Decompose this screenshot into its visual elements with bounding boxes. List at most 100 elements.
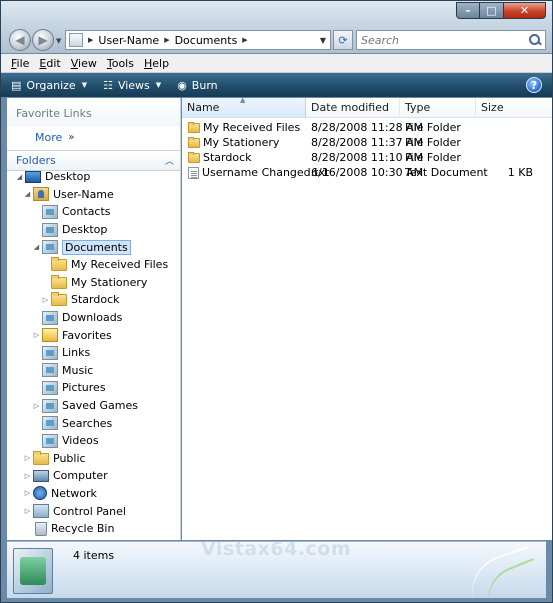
more-label: More bbox=[35, 131, 63, 144]
address-bar[interactable]: ▶ User-Name ▶ Documents ▶ ▼ bbox=[65, 30, 331, 50]
maximize-button[interactable]: □ bbox=[480, 2, 504, 19]
breadcrumb-separator-icon[interactable]: ▶ bbox=[88, 36, 93, 44]
breadcrumb-separator-icon[interactable]: ▶ bbox=[242, 36, 247, 44]
menu-edit[interactable]: Edit bbox=[39, 57, 60, 70]
column-headers: ▲ Name Date modified Type Size bbox=[182, 96, 552, 118]
minimize-icon: – bbox=[465, 4, 471, 17]
tree-item-control-panel[interactable]: ▷ Control Panel bbox=[7, 502, 181, 520]
organize-button[interactable]: ▤ Organize ▼ bbox=[11, 79, 87, 92]
refresh-icon: ⟳ bbox=[338, 33, 348, 47]
expand-arrow-icon[interactable]: ▷ bbox=[23, 489, 32, 497]
expand-arrow-icon[interactable]: ▷ bbox=[23, 454, 32, 462]
tree-item-label: User-Name bbox=[53, 187, 114, 201]
file-row[interactable]: Stardock 8/28/2008 11:10 AM File Folder bbox=[182, 150, 552, 165]
file-name: Stardock bbox=[203, 151, 252, 164]
tree-item-network[interactable]: ▷ Network bbox=[7, 485, 181, 503]
file-list: ▲ Name Date modified Type Size My Receiv… bbox=[182, 96, 552, 540]
back-button[interactable]: ◀ bbox=[9, 29, 31, 51]
file-type: File Folder bbox=[405, 136, 461, 149]
close-button[interactable]: ✕ bbox=[504, 2, 546, 19]
tree-item-videos[interactable]: Videos bbox=[7, 432, 181, 450]
tree-item-downloads[interactable]: Downloads bbox=[7, 309, 181, 327]
tree-item-recycle-bin[interactable]: Recycle Bin bbox=[7, 520, 181, 538]
refresh-button[interactable]: ⟳ bbox=[333, 30, 353, 50]
menu-view-accelerator: V bbox=[70, 56, 79, 70]
expand-arrow-icon[interactable]: ▷ bbox=[32, 331, 41, 339]
tree-item-documents[interactable]: ◢ Documents bbox=[7, 238, 181, 256]
menu-bar: File Edit View Tools Help bbox=[1, 54, 552, 73]
control-panel-icon bbox=[33, 504, 49, 519]
tree-item-saved-games[interactable]: ▷ Saved Games bbox=[7, 397, 181, 415]
file-date: 8/28/2008 11:37 AM bbox=[311, 136, 424, 149]
menu-help[interactable]: Help bbox=[144, 57, 169, 70]
forward-button[interactable]: ▶ bbox=[32, 29, 54, 51]
breadcrumb-documents[interactable]: Documents bbox=[175, 34, 238, 47]
file-row[interactable]: Username Changed.txt 6/16/2008 10:30 AM … bbox=[182, 165, 552, 180]
search-input[interactable] bbox=[361, 33, 521, 47]
tree-item-searches[interactable]: Searches bbox=[7, 414, 181, 432]
saved-games-icon bbox=[42, 398, 58, 413]
folder-icon bbox=[188, 122, 200, 133]
tree-item-label: Recycle Bin bbox=[51, 522, 115, 536]
tree-item-user-name[interactable]: ◢ User-Name bbox=[7, 186, 181, 204]
expand-arrow-icon[interactable]: ▷ bbox=[23, 507, 32, 515]
forward-arrow-icon: ▶ bbox=[38, 33, 48, 47]
tree-item-label: Downloads bbox=[62, 311, 123, 325]
collapse-arrow-icon[interactable]: ◢ bbox=[23, 190, 32, 198]
menu-file[interactable]: File bbox=[11, 57, 29, 70]
tree-item-label: Desktop bbox=[62, 223, 108, 237]
minimize-button[interactable]: – bbox=[456, 2, 480, 19]
file-rows: My Received Files 8/28/2008 11:28 AM Fil… bbox=[182, 118, 552, 180]
tree-item-desktop[interactable]: ◢ Desktop bbox=[7, 168, 181, 186]
tree-item-stardock[interactable]: ▷ Stardock bbox=[7, 291, 181, 309]
tree-item-label: Contacts bbox=[62, 205, 111, 219]
folder-icon bbox=[51, 257, 67, 272]
search-icon[interactable] bbox=[529, 34, 541, 46]
recent-pages-dropdown[interactable]: ▼ bbox=[56, 37, 61, 45]
tree-item-music[interactable]: Music bbox=[7, 362, 181, 380]
menu-view[interactable]: View bbox=[71, 57, 97, 70]
more-link[interactable]: More » bbox=[7, 126, 180, 146]
folder-icon bbox=[51, 292, 67, 307]
file-name: My Received Files bbox=[203, 121, 301, 134]
column-header-type[interactable]: Type bbox=[400, 98, 476, 117]
collapse-arrow-icon[interactable]: ◢ bbox=[32, 243, 41, 251]
tree-item-computer[interactable]: ▷ Computer bbox=[7, 467, 181, 485]
tree-item-my-received-files[interactable]: My Received Files bbox=[7, 256, 181, 274]
search-box[interactable] bbox=[356, 30, 546, 50]
burn-button[interactable]: ◉ Burn bbox=[177, 79, 217, 92]
caption-buttons: – □ ✕ bbox=[456, 2, 546, 19]
tree-item-desktop-folder[interactable]: Desktop bbox=[7, 221, 181, 239]
expand-arrow-icon[interactable]: ▷ bbox=[41, 296, 50, 304]
sort-ascending-icon: ▲ bbox=[240, 96, 246, 104]
item-count: 4 items bbox=[73, 549, 115, 562]
tree-item-contacts[interactable]: Contacts bbox=[7, 203, 181, 221]
tree-item-favorites[interactable]: ▷ Favorites bbox=[7, 326, 181, 344]
close-icon: ✕ bbox=[519, 4, 530, 17]
file-row[interactable]: My Stationery 8/28/2008 11:37 AM File Fo… bbox=[182, 135, 552, 150]
user-folder-icon bbox=[33, 187, 49, 202]
tree-item-label: Links bbox=[62, 346, 91, 360]
favorite-links-header: Favorite Links bbox=[7, 98, 180, 126]
file-row[interactable]: My Received Files 8/28/2008 11:28 AM Fil… bbox=[182, 120, 552, 135]
help-icon[interactable]: ? bbox=[526, 77, 542, 93]
views-button[interactable]: ☷ Views ▼ bbox=[103, 79, 161, 92]
expand-arrow-icon[interactable]: ▷ bbox=[23, 472, 32, 480]
breadcrumb-separator-icon[interactable]: ▶ bbox=[164, 36, 169, 44]
menu-help-label: elp bbox=[152, 56, 170, 70]
tree-item-links[interactable]: Links bbox=[7, 344, 181, 362]
tree-item-pictures[interactable]: Pictures bbox=[7, 379, 181, 397]
file-type: Text Document bbox=[405, 166, 488, 179]
address-dropdown-icon[interactable]: ▼ bbox=[316, 36, 330, 45]
tree-item-public[interactable]: ▷ Public bbox=[7, 450, 181, 468]
column-header-size[interactable]: Size bbox=[476, 98, 552, 117]
menu-tools[interactable]: Tools bbox=[107, 57, 134, 70]
chevron-down-icon: ▼ bbox=[81, 81, 88, 89]
tree-item-my-stationery[interactable]: My Stationery bbox=[7, 274, 181, 292]
collapse-arrow-icon[interactable]: ◢ bbox=[15, 173, 24, 181]
column-header-date-modified[interactable]: Date modified bbox=[306, 98, 400, 117]
tree-item-label: Favorites bbox=[62, 328, 112, 342]
pictures-icon bbox=[42, 380, 58, 395]
expand-arrow-icon[interactable]: ▷ bbox=[32, 402, 41, 410]
breadcrumb-user-name[interactable]: User-Name bbox=[98, 34, 159, 47]
